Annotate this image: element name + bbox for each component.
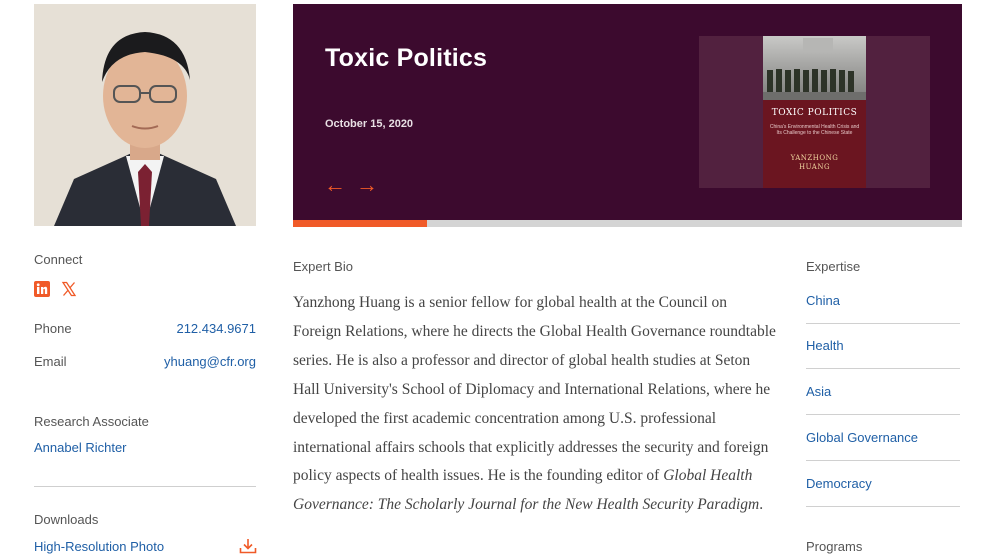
- download-photo-link[interactable]: High-Resolution Photo: [34, 539, 164, 554]
- book-cover[interactable]: TOXIC POLITICS China's Environmental Hea…: [763, 36, 866, 188]
- expertise-divider: [806, 368, 960, 369]
- expertise-divider: [806, 323, 960, 324]
- linkedin-icon[interactable]: [34, 281, 50, 297]
- x-twitter-icon[interactable]: [61, 281, 77, 297]
- featured-title[interactable]: Toxic Politics: [325, 44, 487, 73]
- book-author-first: YANZHONG: [790, 154, 839, 162]
- expert-bio-text: Yanzhong Huang is a senior fellow for gl…: [293, 289, 777, 520]
- expertise-item-global-governance[interactable]: Global Governance: [806, 430, 960, 445]
- featured-date: October 15, 2020: [325, 118, 414, 130]
- book-author-last: HUANG: [798, 163, 831, 171]
- expertise-item-asia[interactable]: Asia: [806, 384, 960, 399]
- downloads-heading: Downloads: [34, 512, 99, 527]
- expert-bio-heading: Expert Bio: [293, 259, 353, 274]
- research-associate-heading: Research Associate: [34, 414, 149, 429]
- programs-heading: Programs: [806, 539, 863, 554]
- expertise-divider: [806, 414, 960, 415]
- phone-link[interactable]: 212.434.9671: [34, 321, 256, 336]
- book-title: TOXIC POLITICS: [771, 108, 858, 118]
- expertise-divider: [806, 460, 960, 461]
- bio-text-plain: Yanzhong Huang is a senior fellow for gl…: [293, 294, 776, 485]
- expertise-item-health[interactable]: Health: [806, 338, 960, 353]
- email-link[interactable]: yhuang@cfr.org: [34, 354, 256, 369]
- expertise-item-china[interactable]: China: [806, 293, 960, 308]
- carousel-prev-arrow-icon[interactable]: ←: [324, 174, 346, 196]
- carousel-next-arrow-icon[interactable]: →: [356, 174, 378, 196]
- download-icon[interactable]: [239, 538, 257, 554]
- portrait-illustration: [34, 4, 256, 226]
- book-author: YANZHONG HUANG: [763, 154, 866, 172]
- connect-heading: Connect: [34, 252, 83, 267]
- expertise-heading: Expertise: [806, 259, 861, 274]
- expert-photo: [34, 4, 256, 226]
- research-associate-link[interactable]: Annabel Richter: [34, 440, 127, 455]
- bio-text-end: .: [759, 496, 764, 514]
- carousel-progress-bar: [293, 220, 962, 227]
- carousel-progress-fill: [293, 220, 427, 227]
- left-divider: [34, 486, 256, 487]
- book-subtitle: China's Environmental Health Crisis and …: [769, 124, 860, 136]
- book-cover-photo: [763, 36, 866, 100]
- expertise-item-democracy[interactable]: Democracy: [806, 476, 960, 491]
- expertise-divider: [806, 506, 960, 507]
